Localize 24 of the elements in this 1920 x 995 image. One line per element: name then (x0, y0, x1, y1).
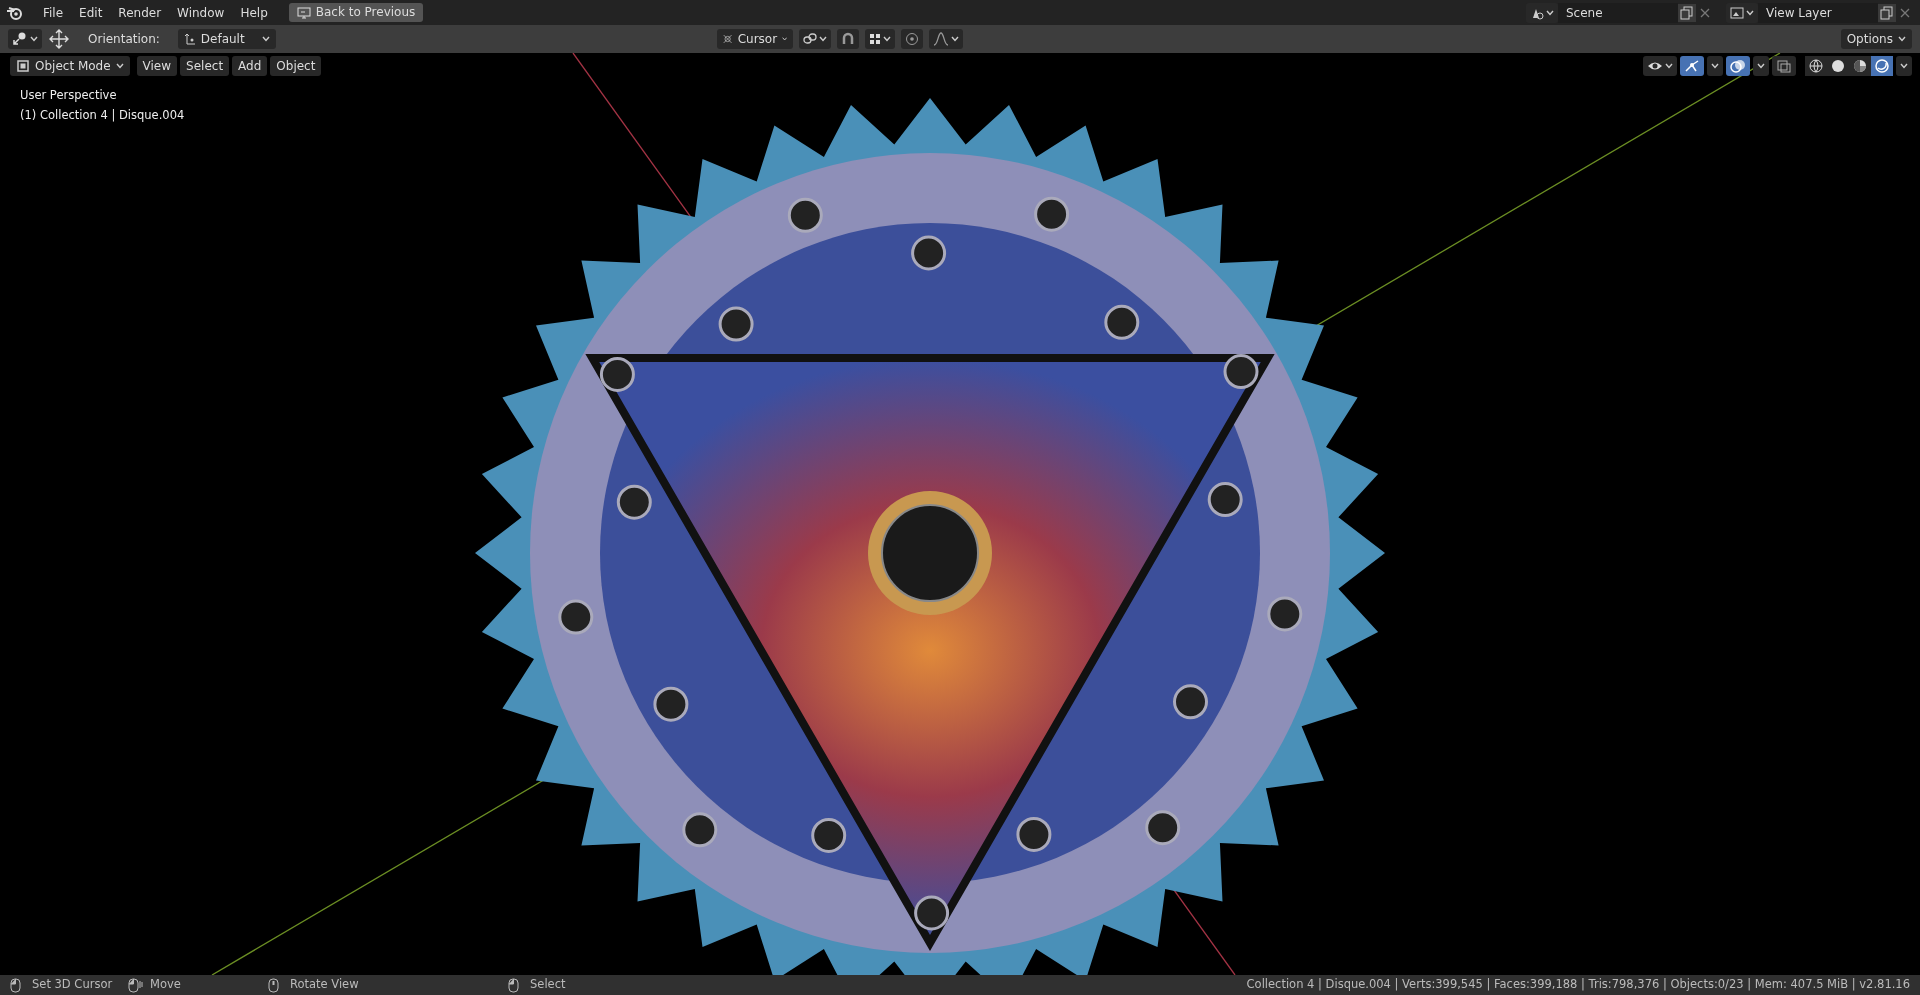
hint-text: Set 3D Cursor (32, 976, 113, 994)
hint-text: Rotate View (290, 976, 359, 994)
hint-text: Move (150, 976, 181, 994)
viewport-menu[interactable]: Select (180, 56, 230, 76)
back-button[interactable]: Back to Previous (288, 3, 424, 22)
menu-item[interactable]: Render (111, 2, 169, 23)
hint-text: Select (530, 976, 566, 994)
viewport-menu[interactable]: Object (270, 56, 322, 76)
viewport-menu[interactable]: Add (232, 56, 268, 76)
viewport-menu[interactable]: View (136, 56, 178, 76)
orientation-label: Orientation: (88, 31, 160, 48)
orientation-dropdown[interactable]: Default (177, 29, 276, 49)
options-dropdown[interactable]: Options (1840, 29, 1912, 49)
scene-field[interactable]: Scene (1558, 2, 1678, 23)
menu-item[interactable]: Window (170, 2, 232, 23)
view-layer-field[interactable]: View Layer (1758, 2, 1878, 23)
pivot-dropdown[interactable]: Cursor (717, 29, 794, 49)
menu-item[interactable]: File (36, 2, 71, 23)
scene-stats: Collection 4 | Disque.004 | Verts:399,545 | Faces:399,188 | Tris:798,376 | Objects:0/23 | Mem: 407.5 MiB | v2.81.16 (1246, 976, 1910, 994)
object-info: (1) Collection 4 | Disque.004 (20, 107, 185, 124)
view-name: User Perspective (20, 87, 117, 104)
menu-item[interactable]: Edit (72, 2, 110, 23)
menu-item[interactable]: Help (233, 2, 275, 23)
mode-dropdown[interactable]: Object Mode (10, 56, 130, 76)
